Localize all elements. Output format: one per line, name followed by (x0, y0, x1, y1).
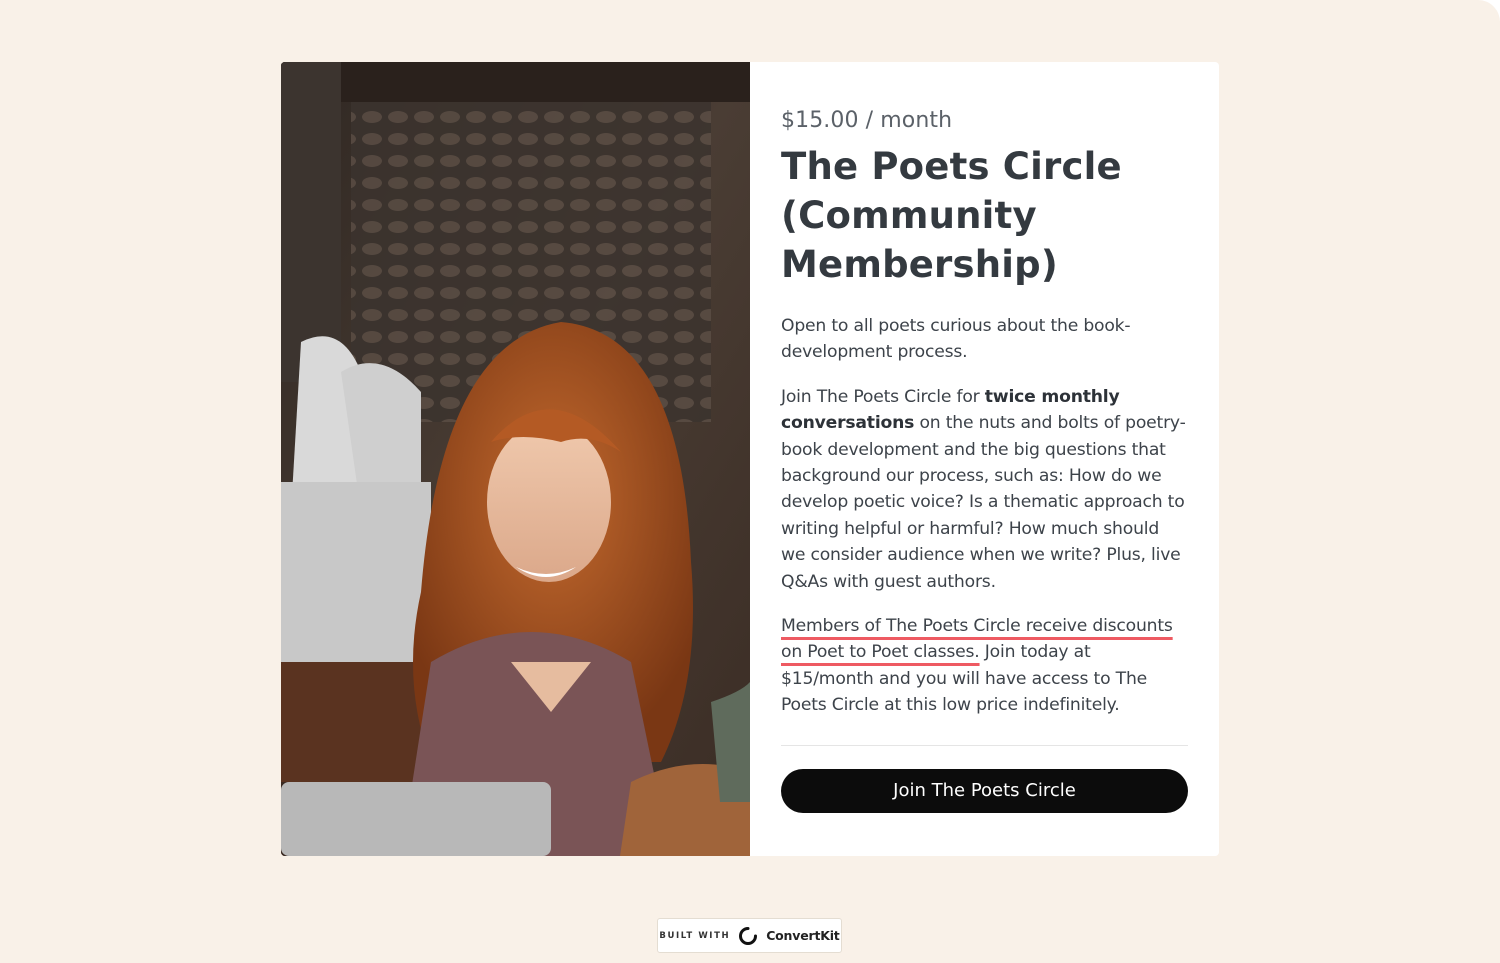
built-with-convertkit-badge[interactable]: BUILT WITH ConvertKit (657, 918, 842, 953)
woman-with-laptop-photo (281, 62, 750, 856)
price-label: $15.00 / month (781, 108, 953, 133)
join-button[interactable]: Join The Poets Circle (781, 768, 1188, 813)
product-photo (281, 62, 750, 856)
description-text-end: on the nuts and bolts of poetry-book dev… (781, 413, 1186, 592)
divider (781, 744, 1188, 746)
highlighted-discount-text: Members of The Poets Circle receive disc… (781, 616, 1173, 663)
convertkit-brand-name: ConvertKit (766, 928, 840, 943)
product-card: $15.00 / month The Poets Circle (Communi… (281, 62, 1219, 856)
convertkit-logo-icon (739, 926, 758, 945)
built-with-label: BUILT WITH (659, 930, 731, 941)
discount-paragraph: Members of The Poets Circle receive disc… (781, 613, 1188, 719)
description-paragraph: Join The Poets Circle for twice monthly … (781, 384, 1188, 595)
description-text-start: Join The Poets Circle for (781, 386, 985, 407)
product-title: The Poets Circle (Community Membership) (781, 145, 1122, 286)
intro-paragraph: Open to all poets curious about the book… (781, 316, 1131, 363)
product-details: $15.00 / month The Poets Circle (Communi… (750, 62, 1219, 856)
